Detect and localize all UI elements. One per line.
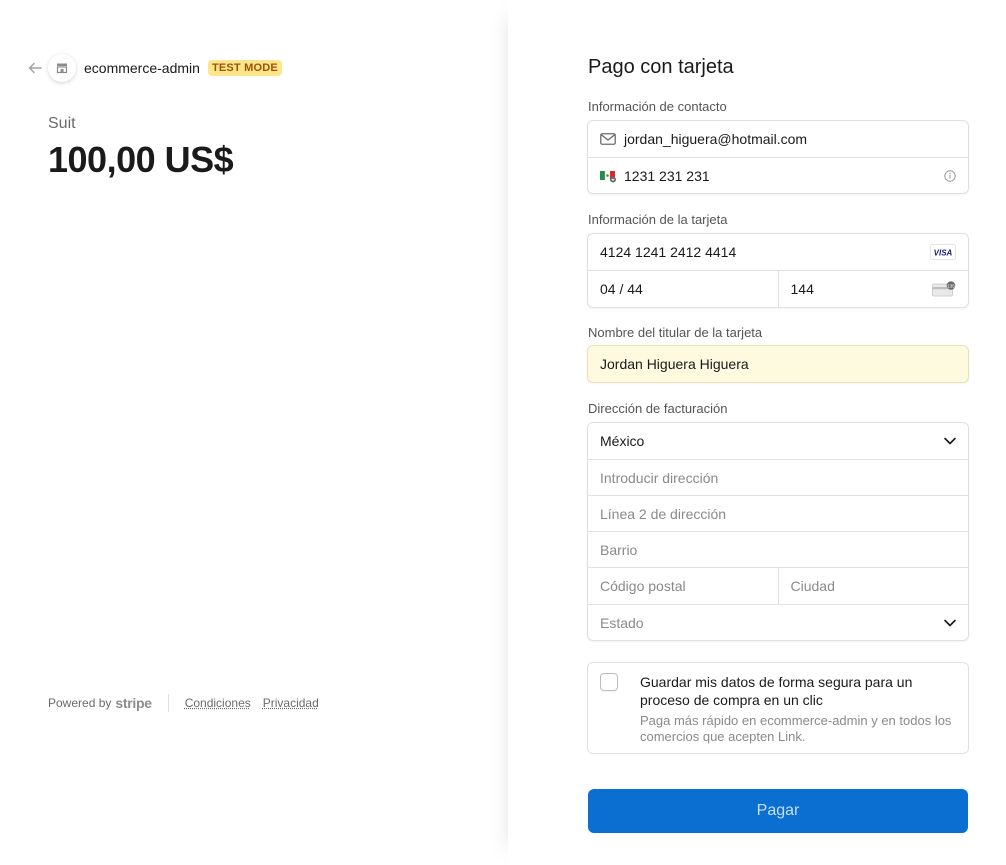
state-select[interactable]: Estado xyxy=(588,604,968,640)
cardholder-name-input[interactable]: Jordan Higuera Higuera xyxy=(587,345,969,383)
city-input[interactable]: Ciudad xyxy=(777,568,969,604)
save-info-checkbox[interactable] xyxy=(600,673,618,691)
pay-button[interactable]: Pagar xyxy=(588,789,968,833)
back-arrow-icon[interactable] xyxy=(26,54,44,82)
contact-label: Información de contacto xyxy=(588,99,727,114)
footer-divider xyxy=(167,694,169,712)
email-value: jordan_higuera@hotmail.com xyxy=(624,131,808,147)
expiry-field[interactable]: 04 / 44 xyxy=(588,271,778,307)
cvc-card-icon: 135 xyxy=(932,281,956,297)
footer: Powered by stripe Condiciones Privacidad xyxy=(48,694,331,712)
cvc-field[interactable]: 144 135 xyxy=(777,271,969,307)
save-info-box: Guardar mis datos de forma segura para u… xyxy=(587,662,969,754)
neighborhood-placeholder: Barrio xyxy=(600,541,638,558)
form-title: Pago con tarjeta xyxy=(588,56,734,78)
save-info-title: Guardar mis datos de forma segura para u… xyxy=(640,674,913,708)
card-label: Información de la tarjeta xyxy=(588,212,728,227)
address-line2-input[interactable]: Línea 2 de dirección xyxy=(588,495,968,531)
product-price: 100,00 US$ xyxy=(48,139,234,180)
card-number-value: 4124 1241 2412 4414 xyxy=(600,244,737,260)
mail-icon xyxy=(600,133,616,145)
cardholder-name-value: Jordan Higuera Higuera xyxy=(600,356,749,372)
state-placeholder: Estado xyxy=(600,614,644,631)
city-placeholder: Ciudad xyxy=(790,578,835,594)
card-number-field[interactable]: 4124 1241 2412 4414 VISA xyxy=(588,234,968,270)
info-icon[interactable] xyxy=(944,169,956,182)
save-info-description: Paga más rápido en ecommerce-admin y en … xyxy=(640,713,952,744)
expiry-value: 04 / 44 xyxy=(600,281,643,297)
neighborhood-input[interactable]: Barrio xyxy=(588,531,968,567)
chevron-down-icon xyxy=(944,619,956,627)
postal-code-placeholder: Código postal xyxy=(600,578,686,594)
chevron-down-icon xyxy=(944,437,956,445)
billing-label: Dirección de facturación xyxy=(588,401,728,416)
card-group: 4124 1241 2412 4414 VISA 04 / 44 144 135 xyxy=(587,233,969,308)
order-summary-panel: ecommerce-admin TEST MODE Suit 100,00 US… xyxy=(0,0,508,865)
address-line1-input[interactable]: Introducir dirección xyxy=(588,459,968,495)
terms-link[interactable]: Condiciones xyxy=(185,696,251,710)
mexico-flag-icon[interactable] xyxy=(600,169,616,183)
visa-icon: VISA xyxy=(930,244,956,260)
postal-code-input[interactable]: Código postal xyxy=(588,568,778,604)
email-field[interactable]: jordan_higuera@hotmail.com xyxy=(588,121,968,157)
address-line2-placeholder: Línea 2 de dirección xyxy=(600,505,727,522)
cardholder-label: Nombre del titular de la tarjeta xyxy=(588,325,763,340)
merchant-header: ecommerce-admin TEST MODE xyxy=(26,54,282,82)
store-icon xyxy=(48,54,76,82)
payment-form-panel: Pago con tarjeta Información de contacto… xyxy=(508,0,1006,865)
phone-field[interactable]: 1231 231 231 xyxy=(588,157,968,193)
privacy-link[interactable]: Privacidad xyxy=(263,696,319,710)
stripe-logo: stripe xyxy=(115,695,152,711)
svg-text:135: 135 xyxy=(947,283,955,288)
cvc-value: 144 xyxy=(790,281,814,297)
contact-group: jordan_higuera@hotmail.com 1231 231 231 xyxy=(587,120,969,194)
country-select[interactable]: México xyxy=(588,423,968,459)
phone-value: 1231 231 231 xyxy=(624,167,710,184)
card-expiry-cvc-row: 04 / 44 144 135 xyxy=(588,270,968,307)
product-name: Suit xyxy=(48,115,76,132)
test-mode-badge: TEST MODE xyxy=(207,60,282,76)
country-value: México xyxy=(600,433,645,449)
save-info-text: Guardar mis datos de forma segura para u… xyxy=(640,673,956,744)
postal-city-row: Código postal Ciudad xyxy=(588,567,968,604)
address-line1-placeholder: Introducir dirección xyxy=(600,469,719,486)
svg-text:VISA: VISA xyxy=(934,249,953,258)
merchant-name: ecommerce-admin xyxy=(84,60,200,76)
powered-by-text: Powered by xyxy=(48,696,112,710)
billing-group: México Introducir dirección Línea 2 de d… xyxy=(587,422,969,641)
powered-by[interactable]: Powered by stripe xyxy=(48,695,152,711)
